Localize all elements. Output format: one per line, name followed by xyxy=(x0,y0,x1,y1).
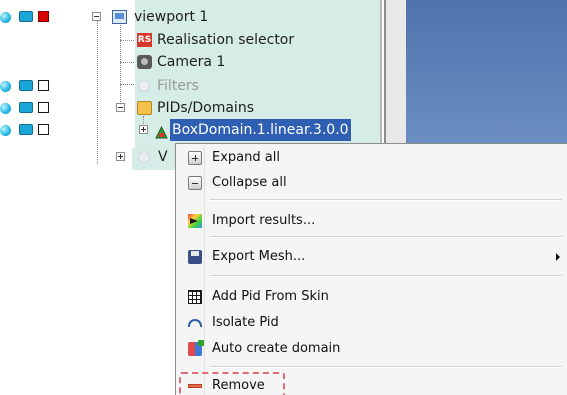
color-square-icon[interactable] xyxy=(38,80,49,91)
wireframe-cube-icon xyxy=(188,290,202,304)
color-square-icon[interactable] xyxy=(38,102,49,113)
menu-item-label: Add Pid From Skin xyxy=(212,289,329,304)
submenu-arrow-icon xyxy=(556,253,560,261)
visibility-toggle-icon[interactable] xyxy=(0,12,11,23)
visibility-toggle-icon[interactable] xyxy=(0,81,11,92)
color-square-icon[interactable] xyxy=(38,124,49,135)
item-icon xyxy=(138,151,150,163)
tree-row-realisation[interactable]: RS Realisation selector xyxy=(0,29,380,51)
menu-item-auto-create-domain[interactable]: Auto create domain xyxy=(178,337,566,361)
collapse-expander-icon[interactable] xyxy=(116,103,125,112)
visibility-controls[interactable] xyxy=(0,102,56,114)
visibility-toggle-icon[interactable] xyxy=(0,103,11,114)
folder-icon xyxy=(137,101,152,115)
tree-item-label[interactable]: Camera 1 xyxy=(157,51,225,73)
display-toggle-icon[interactable] xyxy=(19,11,33,22)
display-toggle-icon[interactable] xyxy=(19,80,33,91)
visibility-controls[interactable] xyxy=(0,11,56,23)
expand-expander-icon[interactable] xyxy=(139,125,148,134)
menu-item-expand-all[interactable]: Expand all xyxy=(178,146,566,170)
rs-icon: RS xyxy=(137,33,152,47)
tree-item-label[interactable]: viewport 1 xyxy=(134,6,208,28)
filter-icon xyxy=(138,80,150,92)
remove-highlight-outline xyxy=(179,372,285,395)
tree-row-pids[interactable]: PIDs/Domains xyxy=(0,97,380,119)
display-toggle-icon[interactable] xyxy=(19,102,33,113)
visibility-controls[interactable] xyxy=(0,80,56,92)
isolate-pid-icon xyxy=(188,319,202,327)
application-window: viewport 1 RS Realisation selector Camer… xyxy=(0,0,567,395)
tree-row-camera[interactable]: Camera 1 xyxy=(0,51,380,73)
menu-separator xyxy=(210,236,562,238)
collapse-icon xyxy=(188,176,202,190)
auto-create-domain-icon xyxy=(188,340,204,356)
menu-item-label: Isolate Pid xyxy=(212,315,279,330)
color-square-icon[interactable] xyxy=(38,11,49,22)
save-disk-icon xyxy=(188,250,202,264)
menu-item-label: Auto create domain xyxy=(212,341,341,356)
menu-item-collapse-all[interactable]: Collapse all xyxy=(178,171,566,195)
collapse-expander-icon[interactable] xyxy=(92,12,101,21)
menu-item-label: Export Mesh... xyxy=(212,249,306,264)
tree-row-filters[interactable]: Filters xyxy=(0,75,380,97)
menu-item-isolate-pid[interactable]: Isolate Pid xyxy=(178,311,566,335)
import-results-icon xyxy=(188,214,202,228)
selected-tree-item-label[interactable]: BoxDomain.1.linear.3.0.0 xyxy=(170,119,351,141)
tree-item-label[interactable]: V xyxy=(158,146,168,168)
context-menu: Expand all Collapse all Import results..… xyxy=(175,143,567,395)
tree-row-viewport[interactable]: viewport 1 xyxy=(0,6,380,28)
visibility-toggle-icon[interactable] xyxy=(0,125,11,136)
menu-item-export-mesh[interactable]: Export Mesh... xyxy=(178,245,566,269)
expand-icon xyxy=(188,151,202,165)
display-toggle-icon[interactable] xyxy=(19,124,33,135)
expand-expander-icon[interactable] xyxy=(116,152,125,161)
menu-separator xyxy=(210,199,562,201)
menu-separator xyxy=(210,366,562,368)
menu-separator xyxy=(210,275,562,277)
visibility-controls[interactable] xyxy=(0,124,56,136)
menu-item-label: Expand all xyxy=(212,150,280,165)
tree-item-label[interactable]: Filters xyxy=(157,75,199,97)
monitor-icon xyxy=(112,10,127,24)
menu-item-import-results[interactable]: Import results... xyxy=(178,209,566,233)
menu-item-label: Collapse all xyxy=(212,175,287,190)
tree-item-label[interactable]: PIDs/Domains xyxy=(157,97,254,119)
tree-row-boxdomain[interactable]: BoxDomain.1.linear.3.0.0 xyxy=(0,119,380,141)
tree-item-label[interactable]: Realisation selector xyxy=(157,29,294,51)
menu-item-label: Import results... xyxy=(212,213,316,228)
camera-icon xyxy=(137,55,152,69)
menu-item-add-pid-from-skin[interactable]: Add Pid From Skin xyxy=(178,285,566,309)
pid-mesh-icon xyxy=(155,124,168,139)
